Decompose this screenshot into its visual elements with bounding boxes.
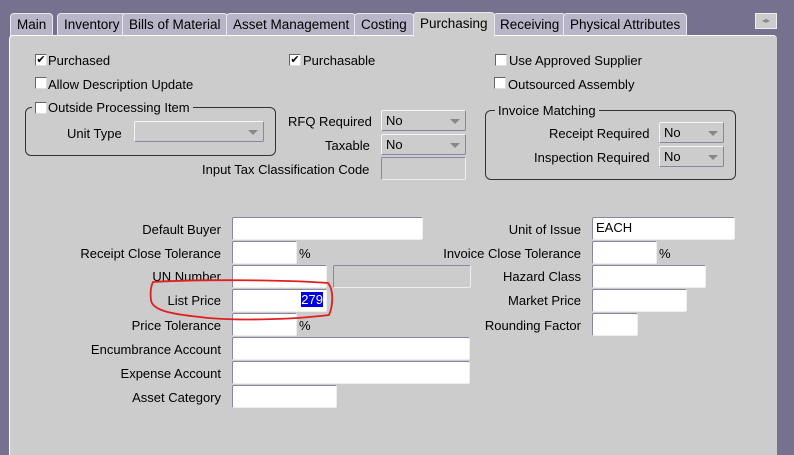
annotation-stroke <box>149 279 334 321</box>
red-annotation-circle <box>149 279 334 321</box>
